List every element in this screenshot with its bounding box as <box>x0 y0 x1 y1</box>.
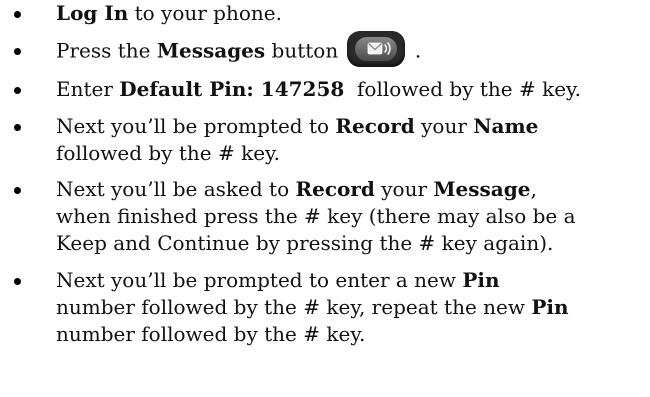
step-text: number followed by the # key. <box>56 321 366 346</box>
list-item-new-pin: Next you’ll be prompted to enter a new P… <box>0 267 650 348</box>
step-text: number followed by the # key, repeat the… <box>56 294 532 319</box>
bullet <box>14 123 21 131</box>
message-label: Message <box>433 177 531 201</box>
instruction-list: Log In to your phone. Press the Messages… <box>0 0 650 348</box>
list-item-record-message: Next you’ll be asked to Record your Mess… <box>0 176 650 257</box>
list-item-record-name: Next you’ll be prompted to Record your N… <box>0 113 650 167</box>
bullet <box>14 277 21 285</box>
list-item-press-messages: Press the Messages button . <box>0 30 650 67</box>
record-label: Record <box>295 177 375 201</box>
step-text: , <box>530 177 537 201</box>
instructions-document: Log In to your phone. Press the Messages… <box>0 0 650 397</box>
step-text: Next you’ll be prompted to <box>56 113 336 138</box>
step-text: followed by the # key. <box>56 140 281 165</box>
bullet <box>14 11 21 18</box>
bullet <box>14 87 21 94</box>
step-text: Next you’ll be prompted to enter a new <box>56 267 463 292</box>
step-text: to your phone. <box>128 1 282 25</box>
log-in-label: Log In <box>56 1 129 25</box>
step-text: button <box>265 38 339 62</box>
step-text: Enter <box>56 77 120 101</box>
list-item-default-pin: Enter Default Pin: 147258 followed by th… <box>0 76 650 103</box>
messages-envelope-icon <box>346 30 405 67</box>
step-text: your <box>374 177 434 201</box>
step-text: Keep and Continue by pressing the # key … <box>56 231 554 255</box>
pin-label: Pin <box>462 267 500 292</box>
step-text: when finished press the # key (there may… <box>56 204 576 228</box>
step-text: Next you’ll be asked to <box>56 177 296 201</box>
default-pin-label: Default Pin: 147258 <box>119 77 345 101</box>
step-text: . <box>408 38 422 62</box>
list-item-log-in: Log In to your phone. <box>0 0 650 27</box>
step-text: your <box>414 113 474 138</box>
messages-label: Messages <box>156 38 266 62</box>
step-text: followed by the # key. <box>344 77 582 101</box>
name-label: Name <box>473 113 539 138</box>
pin-label: Pin <box>531 294 569 319</box>
record-label: Record <box>335 113 415 138</box>
bullet <box>14 47 21 55</box>
step-text: Press the <box>56 38 157 62</box>
bullet <box>14 187 21 194</box>
